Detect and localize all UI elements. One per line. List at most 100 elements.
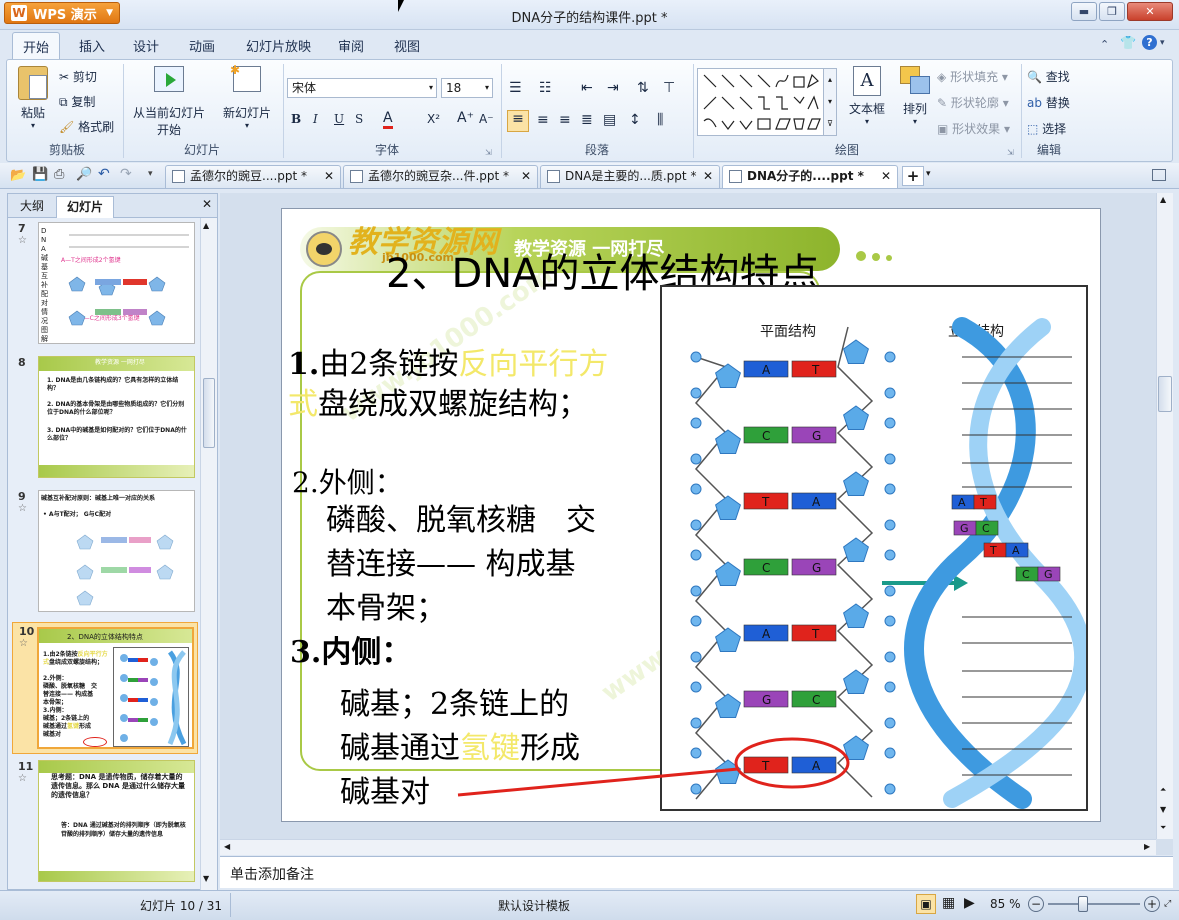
underline-button[interactable]: U [334, 112, 344, 126]
point-2-body[interactable]: 磷酸、脱氧核糖 交替连接—— 构成基 本骨架； [326, 499, 666, 631]
line-spacing-button[interactable]: ↕ [629, 112, 641, 128]
next-slide-icon[interactable]: ⏷ [1160, 823, 1166, 833]
thumbnail-row[interactable]: 8 教学资源 一网打尽 1. DNA是由几条链构成的？它具有怎样的立体结构？ 2… [12, 356, 198, 484]
point-3-body[interactable]: 碱基；2条链上的 碱基通过氢键形成 碱基对 [340, 683, 640, 815]
distribute-button[interactable]: ▤ [603, 112, 616, 128]
zoom-out-button[interactable]: − [1028, 896, 1044, 912]
shadow-button[interactable]: S [355, 112, 363, 126]
minimize-button[interactable]: ▬ [1071, 2, 1097, 21]
tab-insert[interactable]: 插入 [79, 36, 105, 55]
slide-thumbnail-11[interactable]: 思考题：DNA 是遗传物质，储存着大量的遗传信息。那么 DNA 是通过什么储存大… [38, 760, 195, 882]
doc-tab-4[interactable]: DNA分子的....ppt * ✕ [722, 165, 898, 188]
superscript-button[interactable]: X² [427, 112, 440, 126]
scroll-up-icon[interactable]: ▲ [203, 221, 209, 230]
print-preview-icon[interactable]: 🔎 [76, 167, 92, 182]
undo-icon[interactable]: ↶ [98, 166, 110, 182]
slide-thumbnail-10[interactable]: 2、DNA的立体结构特点 1.由2条链按反向平行方式盘绕成双螺旋结构； 2.外侧… [37, 627, 194, 749]
close-tab-icon[interactable]: ✕ [703, 166, 713, 187]
help-icon[interactable]: ? [1142, 35, 1157, 50]
justify-button[interactable]: ≣ [581, 112, 593, 128]
paste-button[interactable]: 粘贴 ▾ [15, 66, 51, 130]
decrease-indent-button[interactable]: ⇤ [581, 80, 593, 96]
restore-doc-icon[interactable] [1152, 169, 1166, 181]
new-tab-button[interactable]: + [902, 166, 924, 186]
font-dialog-launcher-icon[interactable]: ⇲ [485, 148, 492, 157]
thumbnail-row[interactable]: 9 ☆ 碱基互补配对原则：碱基上唯一对应的关系 • A与T配对； G与C配对 [12, 490, 198, 618]
slide-thumbnail-8[interactable]: 教学资源 一网打尽 1. DNA是由几条链构成的？它具有怎样的立体结构？ 2. … [38, 356, 195, 478]
doc-tab-2[interactable]: 孟德尔的豌豆杂...件.ppt * ✕ [343, 165, 538, 188]
redo-icon[interactable]: ↷ [120, 166, 132, 182]
tab-outline[interactable]: 大纲 [10, 196, 54, 218]
copy-button[interactable]: ⧉ 复制 [59, 93, 95, 110]
thumbnail-scrollbar[interactable]: ▲ ▼ [200, 218, 217, 890]
maximize-button[interactable]: ❐ [1099, 2, 1125, 21]
slideshow-button[interactable]: ▶ [964, 895, 975, 911]
tab-review[interactable]: 审阅 [338, 36, 364, 55]
point-1[interactable]: 1.由2条链按反向平行方 式盘绕成双螺旋结构； [288, 345, 668, 425]
new-slide-button[interactable]: ✱ 新幻灯片 ▾ [217, 63, 277, 130]
increase-indent-button[interactable]: ⇥ [607, 80, 619, 96]
scroll-up-icon[interactable]: ▲ [1160, 195, 1166, 204]
tab-animation[interactable]: 动画 [189, 36, 215, 55]
dna-structure-figure[interactable]: 平面结构 立体结构 ATCGTACGATGCTAATGCTACG [660, 285, 1088, 811]
from-current-slide-button[interactable]: 从当前幻灯片 开始 [129, 66, 209, 138]
point-3-heading[interactable]: 3.内侧： [290, 633, 411, 673]
close-tab-icon[interactable]: ✕ [324, 166, 334, 187]
bold-button[interactable]: B [291, 112, 301, 126]
drawing-dialog-launcher-icon[interactable]: ⇲ [1007, 148, 1014, 157]
align-left-button[interactable]: ≡ [507, 110, 529, 132]
replace-button[interactable]: ab 替换 [1027, 94, 1070, 111]
align-text-button[interactable]: ⊤ [663, 80, 675, 96]
scroll-left-icon[interactable]: ◀ [224, 842, 230, 851]
prev-slide-icon[interactable]: ⏶ [1160, 785, 1166, 795]
tab-slides[interactable]: 幻灯片 [56, 196, 115, 218]
align-center-button[interactable]: ≡ [537, 112, 549, 128]
thumbnail-row-selected[interactable]: 10 ☆ 2、DNA的立体结构特点 1.由2条链按反向平行方式盘绕成双螺旋结构； … [12, 622, 198, 754]
font-size-combo[interactable]: 18 ▾ [441, 78, 493, 98]
shape-effect-button[interactable]: ▣ 形状效果 ▾ [937, 120, 1010, 137]
tab-list-dropdown-icon[interactable]: ▾ [926, 169, 931, 179]
slide-thumbnail-9[interactable]: 碱基互补配对原则：碱基上唯一对应的关系 • A与T配对； G与C配对 [38, 490, 195, 612]
close-tab-icon[interactable]: ✕ [521, 166, 531, 187]
scroll-down-icon[interactable]: ▼ [203, 874, 209, 883]
arrange-button[interactable]: 排列 ▾ [895, 66, 935, 126]
doc-tab-3[interactable]: DNA是主要的...质.ppt * ✕ [540, 165, 720, 188]
format-painter-button[interactable]: 🖌 格式刷 [59, 118, 114, 135]
cut-button[interactable]: ✂ 剪切 [59, 68, 97, 85]
close-tab-icon[interactable]: ✕ [881, 166, 891, 187]
numbering-button[interactable]: ☷ [539, 80, 552, 96]
font-color-button[interactable]: A [383, 110, 393, 129]
tab-home[interactable]: 开始 [12, 32, 61, 62]
close-panel-icon[interactable]: ✕ [202, 197, 212, 211]
open-folder-icon[interactable]: 📂 [10, 168, 26, 183]
quick-access-dropdown-icon[interactable]: ▾ [148, 169, 153, 179]
thumbnail-row[interactable]: 11 ☆ 思考题：DNA 是遗传物质，储存着大量的遗传信息。那么 DNA 是通过什… [12, 760, 198, 888]
text-direction-button[interactable]: ⇅ [637, 80, 649, 96]
textbox-button[interactable]: A 文本框 ▾ [843, 66, 891, 126]
skin-icon[interactable]: 👕 [1120, 36, 1136, 51]
tab-view[interactable]: 视图 [394, 36, 420, 55]
print-icon[interactable]: ⎙ [54, 167, 64, 182]
zoom-slider[interactable] [1048, 903, 1140, 905]
align-right-button[interactable]: ≡ [559, 112, 571, 128]
notes-pane[interactable]: 单击添加备注 [220, 856, 1173, 888]
editor-horizontal-scrollbar[interactable]: ◀ ▶ [220, 839, 1156, 855]
tab-design[interactable]: 设计 [133, 36, 159, 55]
fit-window-icon[interactable]: ⤢ [1164, 899, 1171, 909]
save-icon[interactable]: 💾 [32, 167, 48, 182]
point-2-heading[interactable]: 2.外侧： [292, 463, 403, 503]
scroll-right-icon[interactable]: ▶ [1144, 842, 1150, 851]
scroll-thumb[interactable] [203, 378, 215, 448]
normal-view-button[interactable]: ▣ [916, 894, 936, 914]
grow-font-button[interactable]: A⁺ [457, 110, 474, 126]
close-window-button[interactable]: ✕ [1127, 2, 1173, 21]
scroll-thumb[interactable] [1158, 376, 1172, 412]
editor-vertical-scrollbar[interactable]: ▲ ⏶ ▼ ⏷ [1156, 193, 1173, 839]
zoom-in-button[interactable]: + [1144, 896, 1160, 912]
italic-button[interactable]: I [313, 112, 318, 126]
thumbnail-row[interactable]: 7 ☆ DNA碱基互补配对情况图解 A—T之间形成2个氢键 G—C之间形成3个氢键 [12, 222, 198, 350]
shape-outline-button[interactable]: ✎ 形状轮廓 ▾ [937, 94, 1009, 111]
find-button[interactable]: 🔍 查找 [1027, 68, 1070, 85]
scroll-down-icon[interactable]: ▼ [1160, 805, 1166, 814]
slide-sorter-button[interactable]: ▦ [942, 895, 955, 911]
